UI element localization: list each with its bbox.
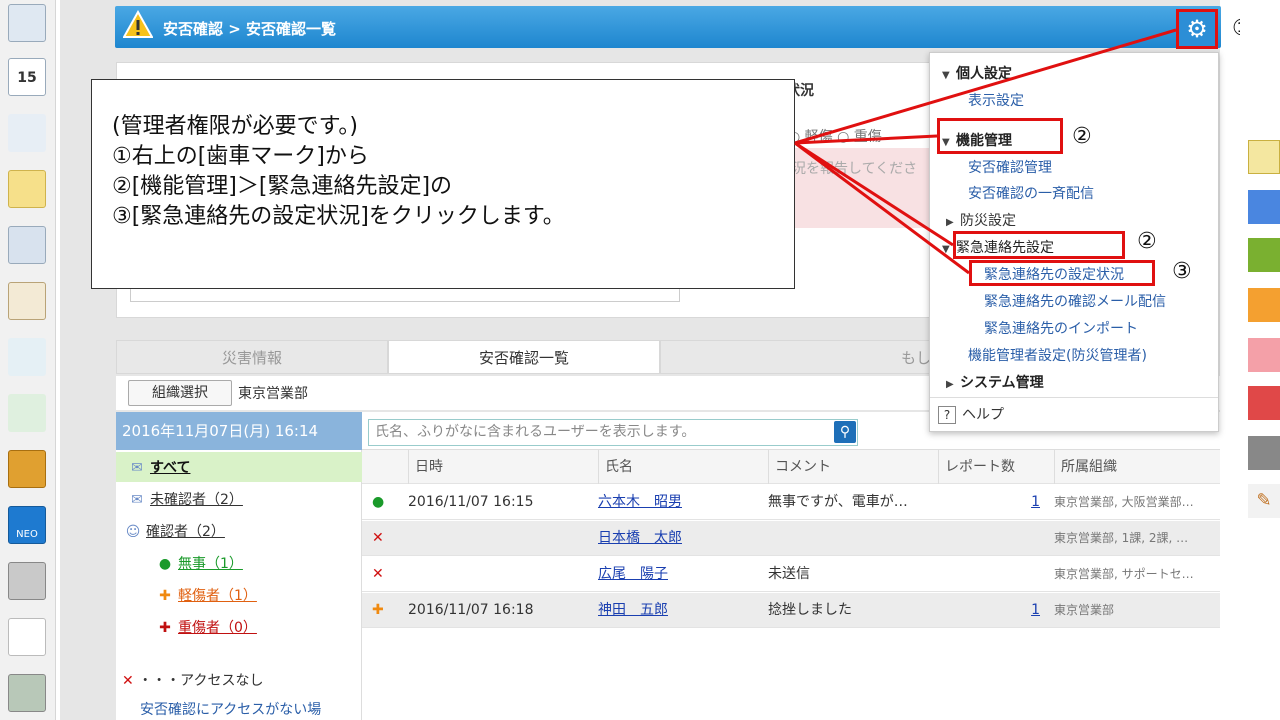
line-to-emergency bbox=[794, 141, 954, 247]
red-tab-icon[interactable] bbox=[1248, 386, 1280, 420]
pencil-icon[interactable]: ✎ bbox=[1248, 484, 1280, 518]
green-tab-icon[interactable] bbox=[1248, 238, 1280, 272]
line-to-status bbox=[794, 141, 970, 275]
line-to-gear bbox=[794, 28, 1177, 145]
orange-tab-icon[interactable] bbox=[1248, 288, 1280, 322]
pink-tab-icon[interactable] bbox=[1248, 338, 1280, 372]
annotation-lines bbox=[794, 28, 1177, 275]
gray-tab-icon[interactable] bbox=[1248, 436, 1280, 470]
blue-tab-icon[interactable] bbox=[1248, 190, 1280, 224]
notes-icon[interactable] bbox=[1248, 140, 1280, 174]
